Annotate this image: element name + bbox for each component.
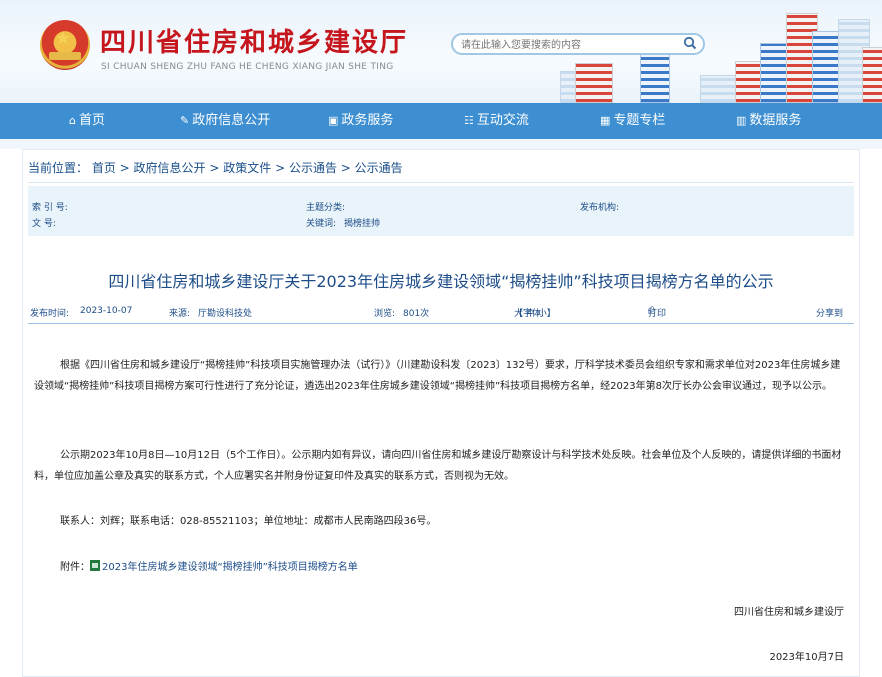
nav-item-services[interactable]: ▣ 政务服务	[328, 103, 393, 139]
divider	[28, 182, 854, 183]
source-value: 厅勘设科技处	[198, 309, 253, 319]
emblem-base	[49, 52, 81, 60]
nav-label: 数据服务	[749, 113, 802, 128]
nav-item-data[interactable]: ▥ 数据服务	[736, 103, 801, 139]
meta-keywords-label: 关键词:	[306, 219, 337, 229]
home-icon: ⌂	[69, 114, 76, 127]
nav-spacer	[0, 139, 882, 149]
excel-file-icon	[90, 560, 100, 571]
views-count: 801次	[403, 309, 430, 319]
font-size-label: 【字体:	[514, 309, 545, 319]
national-emblem-icon[interactable]: ★	[40, 20, 90, 70]
publish-date: 2023-10-07	[80, 306, 133, 316]
skyline-decoration	[640, 53, 670, 103]
breadcrumb: 当前位置： 首页 > 政府信息公开 > 政策文件 > 公示通告 > 公示通告	[28, 159, 403, 176]
attachment-label: 附件：	[60, 562, 90, 573]
search-icon[interactable]	[683, 36, 697, 50]
nav-label: 首页	[78, 113, 105, 128]
breadcrumb-policy[interactable]: 政策文件	[223, 161, 271, 175]
skyline-decoration	[760, 43, 788, 103]
breadcrumb-separator: >	[336, 161, 355, 175]
meta-index-label: 索 引 号:	[32, 203, 68, 213]
edit-icon: ✎	[180, 114, 190, 127]
search-input[interactable]	[459, 37, 685, 53]
publish-date-label: 发布时间:	[30, 309, 70, 319]
nav-label: 政府信息公开	[192, 113, 271, 128]
site-header: ★ 四川省住房和城乡建设厅 SI CHUAN SHENG ZHU FANG HE…	[0, 0, 882, 103]
divider	[28, 323, 854, 324]
nav-label: 政务服务	[341, 113, 394, 128]
article-title: 四川省住房和城乡建设厅关于2023年住房城乡建设领域“揭榜挂帅”科技项目揭榜方名…	[108, 272, 774, 291]
source-label: 来源:	[169, 309, 191, 319]
skyline-decoration	[862, 47, 882, 103]
nav-label: 专题专栏	[613, 113, 666, 128]
article-info-bar: 发布时间: 2023-10-07 来源: 厅勘设科技处 浏览: 801次 【字体…	[28, 306, 854, 322]
search-box	[451, 33, 705, 55]
signature-org: 四川省住房和城乡建设厅	[734, 607, 844, 618]
nav-item-home[interactable]: ⌂ 首页	[69, 103, 105, 139]
grid-icon: ▦	[600, 114, 611, 127]
share-link[interactable]: 分享到	[816, 306, 843, 319]
nav-item-topics[interactable]: ▦ 专题专栏	[600, 103, 665, 139]
star-icon: ★	[55, 28, 72, 49]
article-paragraph: 联系人：刘辉；联系电话：028-85521103；单位地址：成都市人民南路四段3…	[60, 516, 437, 527]
site-pinyin: SI CHUAN SHENG ZHU FANG HE CHENG XIANG J…	[101, 62, 394, 72]
skyline-decoration	[575, 63, 613, 103]
attachment: 附件： 2023年住房城乡建设领域“揭榜挂帅”科技项目揭榜方名单	[60, 558, 358, 573]
meta-topic-label: 主题分类:	[306, 203, 346, 213]
nav-item-gov-info[interactable]: ✎ 政府信息公开	[180, 103, 270, 139]
breadcrumb-notices[interactable]: 公示通告	[289, 161, 337, 175]
breadcrumb-home[interactable]: 首页	[92, 161, 116, 175]
nav-item-interaction[interactable]: ☷ 互动交流	[464, 103, 529, 139]
skyline-decoration	[812, 31, 840, 103]
signature-date: 2023年10月7日	[769, 652, 844, 663]
breadcrumb-label: 当前位置：	[28, 161, 89, 175]
font-size-close: 】	[546, 309, 556, 319]
meta-keywords-value: 揭榜挂帅	[344, 219, 381, 229]
main-nav: ⌂ 首页 ✎ 政府信息公开 ▣ 政务服务 ☷ 互动交流 ▦ 专题专栏 ▥ 数据服务	[0, 103, 882, 139]
breadcrumb-current[interactable]: 公示通告	[355, 161, 403, 175]
meta-docno-label: 文 号:	[32, 219, 56, 229]
attachment-link[interactable]: 2023年住房城乡建设领域“揭榜挂帅”科技项目揭榜方名单	[102, 562, 358, 573]
print-label: 打印	[648, 309, 667, 319]
breadcrumb-separator: >	[205, 161, 224, 175]
breadcrumb-gov-info[interactable]: 政府信息公开	[134, 161, 206, 175]
chat-icon: ☷	[464, 114, 474, 127]
breadcrumb-separator: >	[271, 161, 289, 175]
service-icon: ▣	[328, 114, 339, 127]
views-label: 浏览:	[374, 309, 396, 319]
breadcrumb-separator: >	[115, 161, 134, 175]
article-paragraph: 公示期2023年10月8日—10月12日（5个工作日）。公示期内如有异议，请向四…	[34, 450, 842, 482]
site-title[interactable]: 四川省住房和城乡建设厅	[100, 22, 408, 59]
nav-label: 互动交流	[476, 113, 529, 128]
meta-publisher-label: 发布机构:	[580, 203, 620, 213]
article-paragraph: 根据《四川省住房和城乡建设厅“揭榜挂帅”科技项目实施管理办法（试行）》（川建勘设…	[34, 360, 841, 392]
document-meta: 索 引 号: 主题分类: 发布机构: 文 号: 关键词: 揭榜挂帅	[28, 186, 854, 236]
data-icon: ▥	[736, 114, 747, 127]
font-size-control: 【字体: 大 中 小】	[514, 306, 556, 319]
